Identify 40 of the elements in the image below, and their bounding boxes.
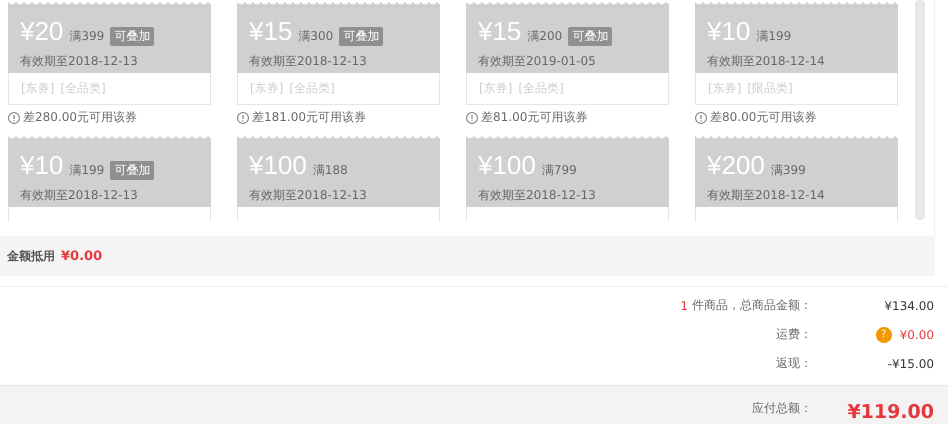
stackable-badge: 可叠加 [110, 27, 154, 46]
item-count: 1 [680, 298, 688, 312]
coupon-note: 差80.00元可用该券 [710, 109, 816, 126]
coupon-condition: 满200 [527, 28, 562, 45]
coupon-note: 差81.00元可用该券 [481, 109, 588, 126]
info-icon [695, 112, 707, 124]
coupon-validity: 有效期至2018-12-14 [707, 53, 826, 70]
coupon-validity: 有效期至2018-12-13 [20, 53, 139, 70]
summary-value: ¥0.00 [900, 328, 934, 342]
coupon-note: 差280.00元可用该券 [23, 109, 137, 126]
coupon-validity: 有效期至2018-12-13 [249, 53, 368, 70]
coupon-condition: 满199 [756, 28, 792, 45]
discount-label: 金额抵用 [7, 248, 55, 264]
total-label: 应付总额： [752, 400, 812, 417]
summary-label: 运费： [776, 326, 812, 343]
coupon-note: 差181.00元可用该券 [252, 109, 366, 126]
coupon-validity: 有效期至2018-12-13 [249, 187, 368, 204]
total-value: ¥119.00 [846, 401, 935, 423]
info-icon [466, 112, 478, 124]
coupon-validity: 有效期至2019-01-05 [478, 53, 597, 70]
info-icon [237, 112, 249, 124]
summary-value: -¥15.00 [888, 356, 934, 370]
summary-label: 返现： [776, 355, 812, 372]
stackable-badge: 可叠加 [568, 27, 612, 46]
stackable-badge: 可叠加 [339, 27, 384, 46]
coupon-condition: 满300 [298, 28, 334, 45]
coupon-condition: 满399 [69, 28, 104, 45]
coupon-condition: 满399 [770, 162, 806, 179]
stackable-badge: 可叠加 [110, 161, 154, 180]
coupon-validity: 有效期至2018-12-13 [20, 187, 139, 204]
coupon-condition: 满799 [542, 162, 577, 179]
discount-value: ¥0.00 [61, 248, 102, 264]
info-icon [8, 112, 20, 124]
coupon-validity: 有效期至2018-12-13 [478, 187, 597, 204]
summary-value: ¥134.00 [884, 298, 934, 312]
coupon-condition: 满188 [312, 162, 348, 179]
coupon-condition: 满199 [69, 162, 104, 179]
summary-label: 件商品，总商品金额： [692, 297, 812, 314]
coupon-validity: 有效期至2018-12-14 [707, 187, 826, 204]
help-icon[interactable]: ? [876, 326, 892, 342]
